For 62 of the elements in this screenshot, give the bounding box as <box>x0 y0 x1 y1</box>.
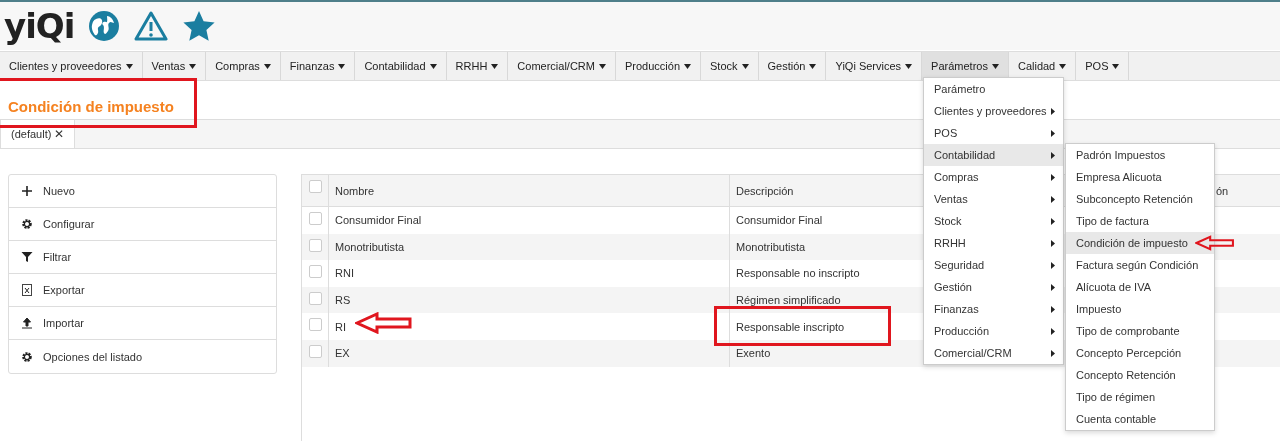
column-header[interactable]: ón <box>1216 184 1229 197</box>
table-cell: Responsable inscripto <box>736 320 845 333</box>
menu-option[interactable]: Impuesto <box>1066 298 1214 320</box>
menu-item[interactable]: Clientes y proveedores <box>0 52 143 80</box>
table-cell: Régimen simplificado <box>736 294 841 307</box>
menu-option[interactable]: Subconcepto Retención <box>1066 188 1214 210</box>
table-cell: RI <box>335 320 346 333</box>
menu-option[interactable]: Parámetro <box>924 78 1063 100</box>
menu-option[interactable]: Stock <box>924 210 1063 232</box>
action-item[interactable]: Opciones del listado <box>9 340 276 373</box>
menu-item[interactable]: Ventas <box>142 52 207 80</box>
menu-item[interactable]: Contabilidad <box>355 52 447 80</box>
action-item[interactable]: Nuevo <box>9 175 276 208</box>
menu-option[interactable]: Tipo de régimen <box>1066 386 1214 408</box>
table-cell: Monotributista <box>736 240 806 253</box>
table-cell: RS <box>335 294 351 307</box>
menu-option[interactable]: Alícuota de IVA <box>1066 276 1214 298</box>
table-cell: Consumidor Final <box>335 214 422 227</box>
table-cell: Monotributista <box>335 240 405 253</box>
page-title: Condición de impuesto <box>8 98 174 115</box>
menu-option[interactable]: Clientes y proveedores <box>924 100 1063 122</box>
menu-option[interactable]: Gestión <box>924 276 1063 298</box>
table-cell: Responsable no inscripto <box>736 267 860 280</box>
menu-item[interactable]: Compras <box>206 52 281 80</box>
menu-item[interactable]: Producción <box>616 52 702 80</box>
menu-option[interactable]: Tipo de comprobante <box>1066 320 1214 342</box>
column-header[interactable]: Nombre <box>335 184 375 197</box>
menu-item[interactable]: Stock <box>701 52 759 80</box>
logo[interactable]: yiQi <box>4 6 75 46</box>
action-item[interactable]: Filtrar <box>9 241 276 274</box>
menu-item[interactable]: POS <box>1076 52 1130 80</box>
menu-option[interactable]: Producción <box>924 320 1063 342</box>
menu-option[interactable]: Concepto Retención <box>1066 364 1214 386</box>
menu-option[interactable]: Concepto Percepción <box>1066 342 1214 364</box>
menu-option[interactable]: Ventas <box>924 188 1063 210</box>
menu-option[interactable]: POS <box>924 122 1063 144</box>
menu-option[interactable]: Cuenta contable <box>1066 408 1214 430</box>
menu-option[interactable]: Tipo de factura <box>1066 210 1214 232</box>
table-cell: EX <box>335 347 350 360</box>
menu-item[interactable]: Gestión <box>758 52 827 80</box>
menu-option[interactable]: RRHH <box>924 232 1063 254</box>
action-item[interactable]: Configurar <box>9 208 276 241</box>
menu-option[interactable]: Comercial/CRM <box>924 342 1063 364</box>
close-icon[interactable]: ✕ <box>54 127 65 141</box>
menu-option[interactable]: Empresa Alicuota <box>1066 166 1214 188</box>
menu-item[interactable]: Comercial/CRM <box>508 52 616 80</box>
menu-option[interactable]: Seguridad <box>924 254 1063 276</box>
action-item[interactable]: Exportar <box>9 274 276 307</box>
table-cell: Exento <box>736 347 771 360</box>
menu-item[interactable]: RRHH <box>446 52 509 80</box>
menu-item[interactable]: Parámetros <box>922 52 1009 80</box>
menu-item[interactable]: Finanzas <box>280 52 356 80</box>
table-cell: Consumidor Final <box>736 214 823 227</box>
menu-option[interactable]: Padrón Impuestos <box>1066 144 1214 166</box>
menu-option[interactable]: Factura según Condición <box>1066 254 1214 276</box>
menu-option[interactable]: Finanzas <box>924 298 1063 320</box>
table-cell: RNI <box>335 267 354 280</box>
column-header[interactable]: Descripción <box>736 184 794 197</box>
menu-option[interactable]: Condición de impuesto <box>1066 232 1214 254</box>
action-item[interactable]: Importar <box>9 307 276 340</box>
menu-option[interactable]: Contabilidad <box>924 144 1063 166</box>
menu-option[interactable]: Compras <box>924 166 1063 188</box>
